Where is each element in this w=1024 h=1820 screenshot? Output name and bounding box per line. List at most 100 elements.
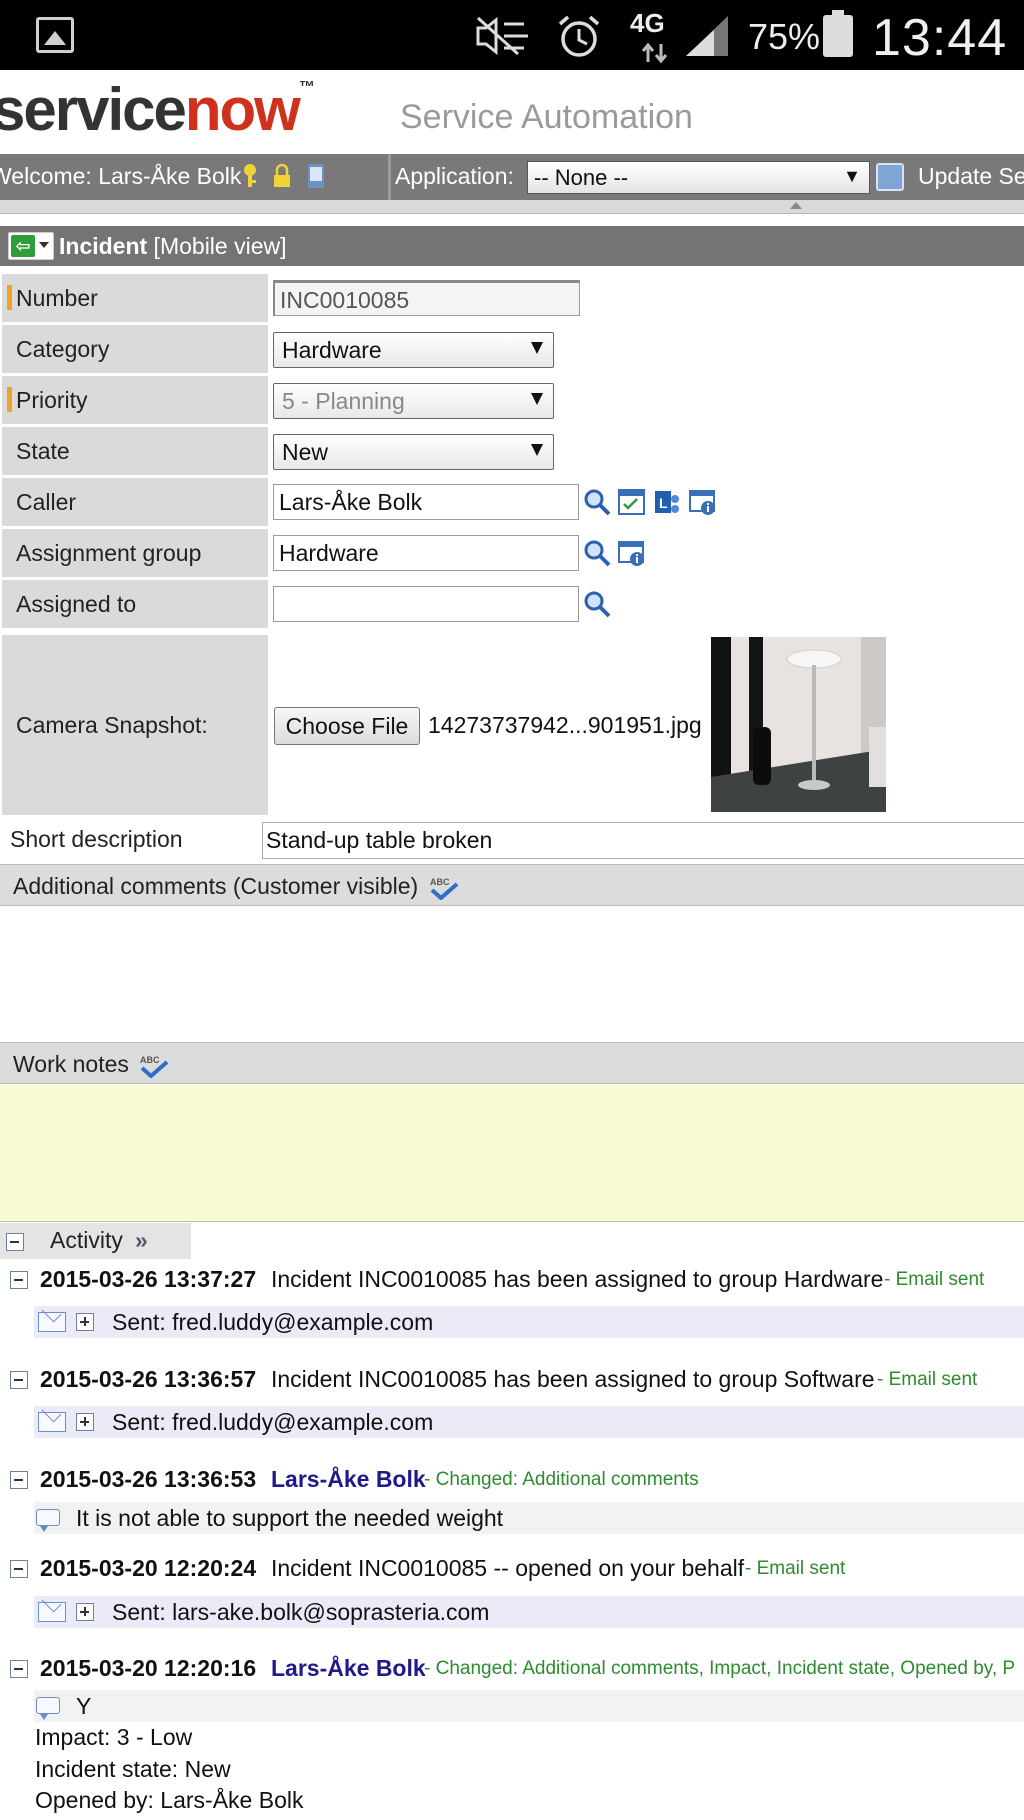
svg-text:ABC: ABC (430, 877, 450, 887)
sent-email-row[interactable]: Sent: lars-ake.bolk@soprasteria.com (34, 1596, 1024, 1628)
chevron-down-icon (531, 393, 543, 405)
camera-snapshot-label: Camera Snapshot: (2, 635, 268, 815)
entry-message: Incident INC0010085 has been assigned to… (271, 1266, 884, 1292)
comment-icon (36, 1697, 60, 1720)
spell-check-icon[interactable]: ABC (429, 876, 459, 900)
collapse-icon[interactable] (10, 1471, 28, 1489)
collapse-icon[interactable] (10, 1271, 28, 1289)
caller-row: Caller Lars-Åke Bolk L (0, 478, 1024, 526)
servicenow-logo[interactable]: servicenow™ (0, 80, 315, 140)
comment-row: It is not able to support the needed wei… (34, 1502, 1024, 1534)
work-notes-header: Work notes ABC (0, 1042, 1024, 1084)
back-arrow-icon: ⇦ (11, 235, 35, 257)
assignment-group-field[interactable]: Hardware (273, 535, 579, 571)
entry-tag: - Email sent (745, 1558, 846, 1579)
change-line: Opened by: Lars-Åke Bolk (35, 1787, 304, 1813)
expand-icon[interactable] (76, 1413, 94, 1431)
caller-field[interactable]: Lars-Åke Bolk (273, 484, 579, 520)
collapse-icon[interactable] (10, 1371, 28, 1389)
double-chevron-right-icon[interactable]: » (135, 1227, 148, 1254)
short-description-label: Short description (10, 826, 183, 852)
back-dropdown-icon (39, 242, 49, 248)
snapshot-image (711, 637, 886, 812)
search-icon[interactable] (582, 589, 612, 619)
activity-entry-header: 2015-03-20 12:20:16 Lars-Åke Bolk - Chan… (0, 1655, 1024, 1685)
sent-text: Sent: fred.luddy@example.com (112, 1309, 434, 1335)
spell-check-icon[interactable]: ABC (139, 1054, 169, 1078)
camera-snapshot-row: Camera Snapshot: Choose File 14273737942… (0, 635, 1024, 815)
entry-timestamp: 2015-03-20 12:20:16 (40, 1655, 257, 1681)
number-field[interactable]: INC0010085 (273, 280, 580, 316)
tagline: Service Automation (400, 98, 693, 136)
search-icon[interactable] (582, 538, 612, 568)
entry-message: Incident INC0010085 has been assigned to… (271, 1366, 875, 1392)
entry-tag: - Email sent (884, 1269, 985, 1290)
entry-user[interactable]: Lars-Åke Bolk (271, 1466, 426, 1493)
expand-icon[interactable] (76, 1313, 94, 1331)
status-bar: 4G 75% 13:44 (0, 0, 1024, 70)
snapshot-filename: 14273737942...901951.jpg (428, 712, 702, 738)
mute-icon (476, 16, 528, 56)
entry-message: Incident INC0010085 -- opened on your be… (271, 1555, 745, 1581)
change-line: Incident state: New (35, 1756, 231, 1782)
activity-header[interactable]: Activity » (0, 1223, 191, 1259)
info-card-icon[interactable] (617, 538, 647, 568)
lync-icon[interactable]: L (652, 487, 682, 517)
comment-row: Y (34, 1690, 1024, 1722)
key-icon[interactable] (240, 163, 260, 189)
expand-icon[interactable] (76, 1603, 94, 1621)
application-select-value: -- None -- (534, 165, 629, 190)
category-row: Category Hardware (0, 325, 1024, 373)
collapse-icon[interactable] (6, 1233, 24, 1251)
category-select[interactable]: Hardware (273, 332, 554, 368)
sent-email-row[interactable]: Sent: fred.luddy@example.com (34, 1306, 1024, 1338)
collapse-caret-icon[interactable] (790, 202, 802, 209)
state-label: State (2, 427, 268, 475)
data-arrows-icon (641, 42, 668, 64)
application-label: Application: (395, 163, 514, 189)
svg-text:L: L (659, 495, 668, 511)
entry-tag: - Changed: Additional comments (424, 1469, 699, 1490)
additional-comments-textarea[interactable] (0, 906, 1024, 1041)
caller-label: Caller (2, 478, 268, 526)
back-button[interactable]: ⇦ (8, 232, 54, 260)
priority-select[interactable]: 5 - Planning (273, 383, 554, 419)
entry-user[interactable]: Lars-Åke Bolk (271, 1655, 426, 1682)
entry-timestamp: 2015-03-26 13:37:27 (40, 1266, 257, 1292)
number-row: Number INC0010085 (0, 274, 1024, 322)
assigned-to-field[interactable] (273, 586, 579, 622)
signal-icon (686, 16, 728, 56)
sent-email-row[interactable]: Sent: fred.luddy@example.com (34, 1406, 1024, 1438)
mobile-icon[interactable] (306, 163, 326, 189)
collapse-icon[interactable] (10, 1560, 28, 1578)
state-select[interactable]: New (273, 434, 554, 470)
snapshot-thumbnail[interactable] (711, 637, 886, 812)
battery-icon (823, 10, 853, 57)
work-notes-textarea[interactable] (0, 1085, 1024, 1222)
calendar-check-icon[interactable] (617, 487, 647, 517)
activity-entry-header: 2015-03-26 13:36:57 Incident INC0010085 … (0, 1366, 1024, 1396)
email-icon (38, 1412, 66, 1432)
update-set-label[interactable]: Update Set (918, 163, 1024, 190)
entry-tag: - Changed: Additional comments, Impact, … (424, 1658, 1016, 1679)
chevron-down-icon: ▼ (843, 166, 861, 186)
activity-label: Activity (50, 1227, 123, 1253)
activity-entry-header: 2015-03-26 13:36:53 Lars-Åke Bolk - Chan… (0, 1466, 1024, 1496)
choose-file-button[interactable]: Choose File (274, 707, 420, 745)
change-line: Impact: 3 - Low (35, 1724, 193, 1750)
collapse-banner-bar[interactable] (0, 200, 1024, 214)
state-row: State New (0, 427, 1024, 475)
short-description-field[interactable]: Stand-up table broken (262, 822, 1024, 859)
email-icon (38, 1602, 66, 1622)
collapse-icon[interactable] (10, 1660, 28, 1678)
update-set-icon[interactable] (876, 163, 904, 191)
assigned-to-label: Assigned to (2, 580, 268, 628)
entry-tag: - Email sent (877, 1369, 978, 1390)
lock-icon[interactable] (272, 163, 292, 189)
search-icon[interactable] (582, 487, 612, 517)
info-card-icon[interactable] (688, 487, 718, 517)
application-select[interactable]: -- None -- ▼ (527, 161, 870, 194)
form-title: Incident [Mobile view] (59, 233, 287, 259)
battery-percent: 75% (748, 16, 821, 57)
sent-text: Sent: fred.luddy@example.com (112, 1409, 434, 1435)
